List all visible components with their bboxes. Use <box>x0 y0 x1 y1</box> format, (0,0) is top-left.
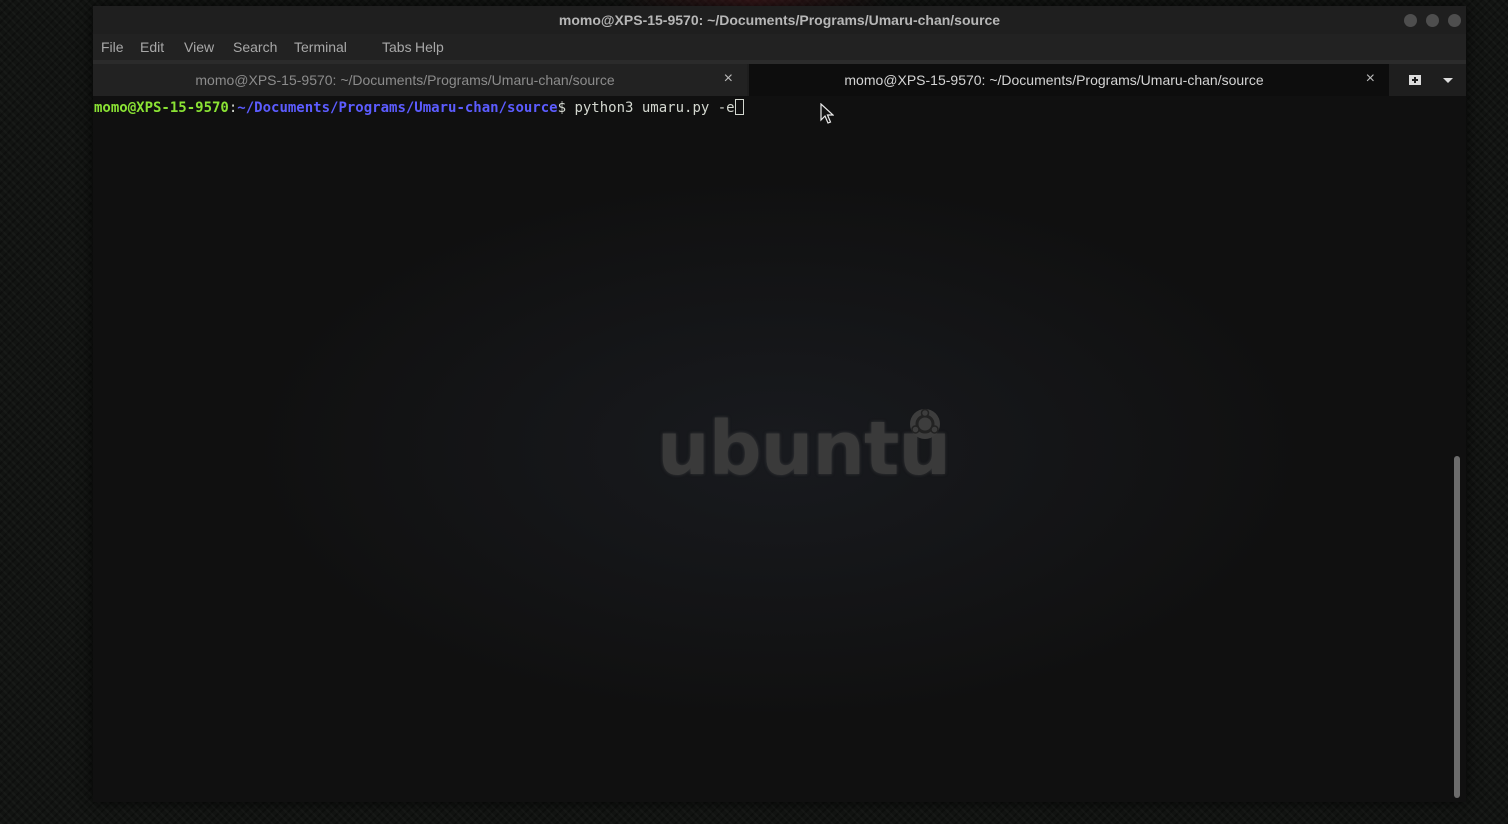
tab-inactive[interactable]: momo@XPS-15-9570: ~/Documents/Programs/U… <box>93 64 747 96</box>
minimize-button[interactable] <box>1404 14 1417 27</box>
window-titlebar[interactable]: momo@XPS-15-9570: ~/Documents/Programs/U… <box>93 6 1466 34</box>
command-input[interactable]: python3 umaru.py -e <box>574 100 734 116</box>
menu-file[interactable]: File <box>101 39 124 55</box>
desktop-background: momo@XPS-15-9570: ~/Documents/Programs/U… <box>0 0 1508 824</box>
menu-search[interactable]: Search <box>233 39 277 55</box>
menu-tabs[interactable]: Tabs <box>382 39 412 55</box>
tab-close-icon[interactable]: × <box>1366 70 1375 88</box>
tab-menu-button[interactable] <box>1438 70 1458 90</box>
prompt-symbol: $ <box>557 100 575 116</box>
mouse-pointer-icon <box>820 103 834 124</box>
tab-label: momo@XPS-15-9570: ~/Documents/Programs/U… <box>844 72 1264 88</box>
chevron-down-icon <box>1443 78 1453 83</box>
terminal-scrollbar[interactable] <box>1454 456 1460 798</box>
ubuntu-circle-of-friends-icon <box>910 408 940 439</box>
prompt-user-host: momo@XPS-15-9570 <box>94 100 229 116</box>
close-window-button[interactable] <box>1448 14 1461 27</box>
prompt-path: ~/Documents/Programs/Umaru-chan/source <box>237 100 558 116</box>
window-title: momo@XPS-15-9570: ~/Documents/Programs/U… <box>558 12 1001 28</box>
menu-bar: File Edit View Search Terminal Tabs Help <box>93 34 1466 60</box>
tab-label: momo@XPS-15-9570: ~/Documents/Programs/U… <box>195 72 615 88</box>
new-tab-icon <box>1409 75 1421 85</box>
menu-edit[interactable]: Edit <box>140 39 164 55</box>
menu-view[interactable]: View <box>184 39 214 55</box>
menu-terminal[interactable]: Terminal <box>294 39 347 55</box>
text-cursor <box>734 99 744 115</box>
command-line: momo@XPS-15-9570:~/Documents/Programs/Um… <box>94 99 744 117</box>
menu-help[interactable]: Help <box>415 39 444 55</box>
ubuntu-wallpaper-logo: ubuntu <box>653 406 951 496</box>
maximize-button[interactable] <box>1426 14 1439 27</box>
tab-close-icon[interactable]: × <box>724 70 733 88</box>
new-tab-button[interactable] <box>1405 70 1425 90</box>
terminal-output[interactable]: ubuntu momo@XPS-15-9570:~/Documents/Prog… <box>93 96 1466 802</box>
terminal-window: momo@XPS-15-9570: ~/Documents/Programs/U… <box>93 6 1466 802</box>
tab-active[interactable]: momo@XPS-15-9570: ~/Documents/Programs/U… <box>749 64 1389 96</box>
tab-bar: momo@XPS-15-9570: ~/Documents/Programs/U… <box>93 64 1466 96</box>
